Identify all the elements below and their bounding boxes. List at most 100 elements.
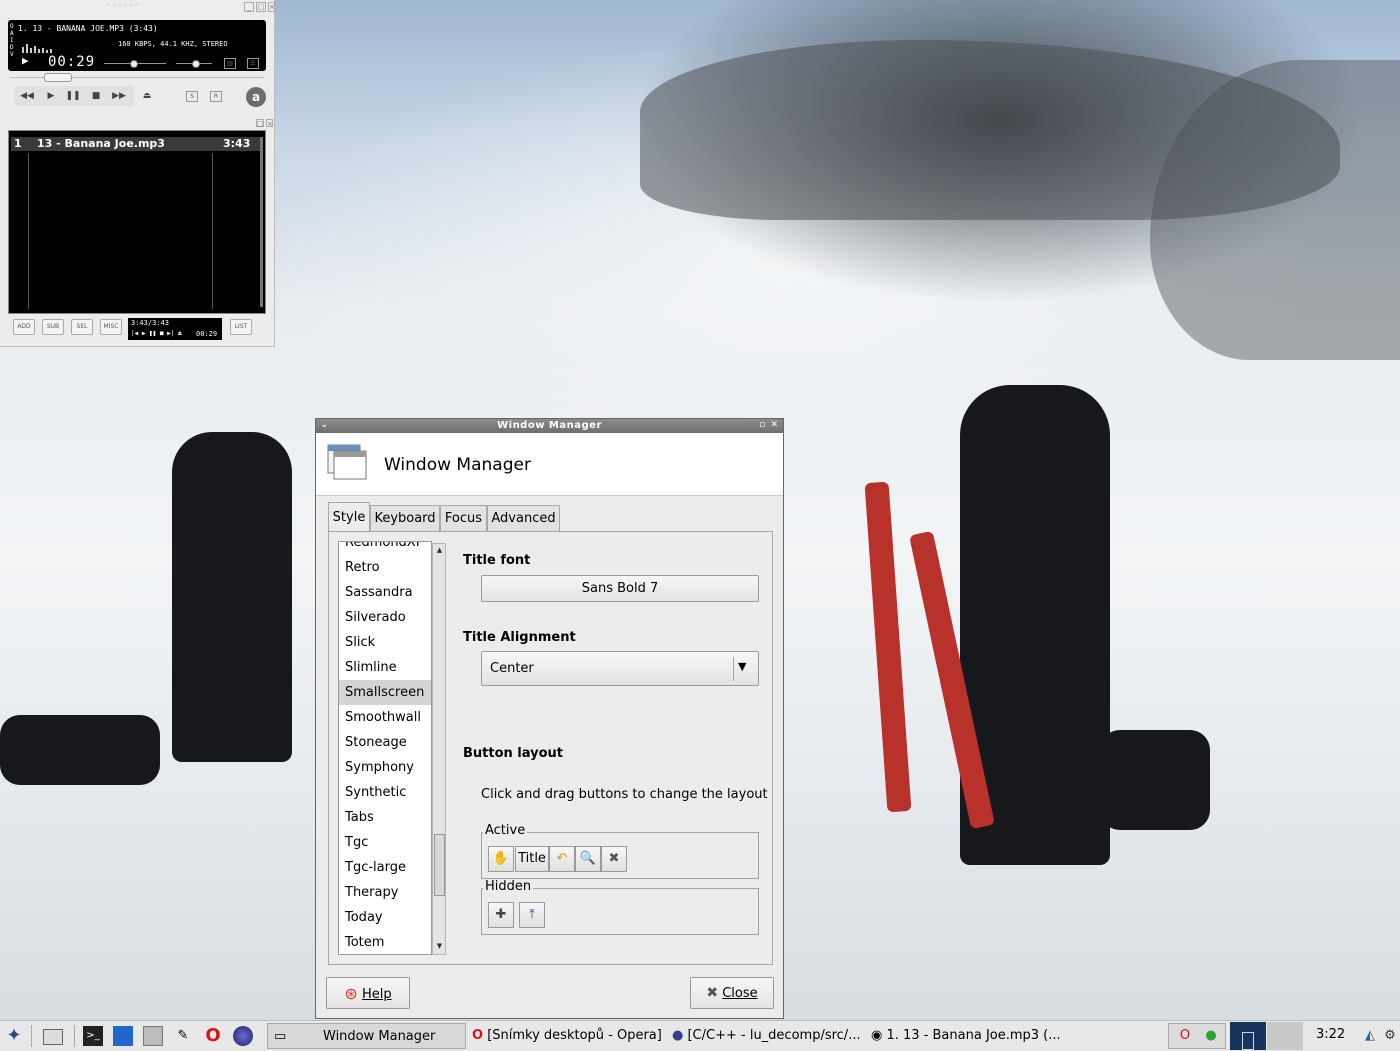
hide-button-icon[interactable]: ⤒ bbox=[519, 902, 545, 928]
playlist-list-button[interactable]: LIST bbox=[230, 319, 252, 335]
eclipse-icon[interactable] bbox=[233, 1026, 253, 1046]
balance-knob[interactable] bbox=[192, 60, 200, 68]
playlist-titlebar[interactable]: □ × bbox=[0, 118, 274, 128]
theme-list-item[interactable]: Slick bbox=[339, 630, 431, 655]
header-title: Window Manager bbox=[384, 455, 531, 475]
taskbar-end-icon[interactable]: ⚙ bbox=[1380, 1026, 1400, 1046]
previous-icon[interactable]: ◀◀ bbox=[18, 88, 36, 104]
text-editor-icon[interactable]: ✎ bbox=[173, 1026, 193, 1046]
task-label: Window Manager bbox=[323, 1029, 436, 1044]
playlist-row[interactable]: 1 13 - Banana Joe.mp3 3:43 bbox=[11, 137, 261, 151]
pager-workspace-1[interactable] bbox=[1230, 1022, 1266, 1050]
theme-list-item[interactable]: Smoothwall bbox=[339, 705, 431, 730]
xfce-menu-icon[interactable]: ✦ bbox=[4, 1026, 24, 1046]
tab-focus[interactable]: Focus bbox=[440, 505, 487, 531]
repeat-button[interactable]: R bbox=[210, 91, 222, 102]
playlist-add-button[interactable]: ADD bbox=[13, 319, 35, 335]
next-icon[interactable]: ▶▶ bbox=[110, 88, 128, 104]
playlist-misc-button[interactable]: MISC bbox=[100, 319, 122, 335]
theme-list-item[interactable]: Smallscreen bbox=[339, 680, 431, 705]
close-icon[interactable]: ✕ bbox=[769, 420, 780, 431]
menu-button-icon[interactable]: ✋ bbox=[488, 846, 514, 872]
opera-tray-icon[interactable]: O bbox=[1175, 1026, 1195, 1046]
play-status-icon: ▶ bbox=[22, 54, 29, 67]
spectrum-bar bbox=[30, 48, 32, 53]
task-audio-player[interactable]: ◉ 1. 13 - Banana Joe.mp3 (... bbox=[871, 1023, 1071, 1049]
network-tray-icon[interactable]: ● bbox=[1201, 1026, 1221, 1046]
player-grip: ◦◦◦◦◦◦ bbox=[106, 1, 141, 10]
scroll-up-icon[interactable]: ▲ bbox=[434, 545, 445, 556]
scrollbar-thumb[interactable] bbox=[434, 834, 445, 896]
mini-transport-icons[interactable]: |◀ ▶ ❚❚ ■ ▶| ⏏ bbox=[131, 330, 182, 337]
title-layout-button[interactable]: Title bbox=[515, 846, 549, 872]
tab-style[interactable]: Style bbox=[328, 502, 370, 532]
playlist-elapsed-time: 00:29 bbox=[196, 330, 218, 338]
task-window-manager[interactable]: ▭ Window Manager bbox=[267, 1023, 466, 1049]
scroll-down-icon[interactable]: ▼ bbox=[434, 941, 445, 952]
stick-button-icon[interactable]: ✚ bbox=[488, 902, 514, 928]
playlist-sub-button[interactable]: SUB bbox=[42, 319, 64, 335]
maximize-icon[interactable]: ▫ bbox=[757, 420, 768, 431]
theme-list-item[interactable]: Slimline bbox=[339, 655, 431, 680]
playlist-divider bbox=[212, 153, 213, 309]
pause-icon[interactable]: ❚❚ bbox=[64, 88, 82, 104]
player-shade-button[interactable]: □ bbox=[256, 2, 266, 12]
theme-list[interactable]: RedmondXP Retro Sassandra Silverado Slick Sli… bbox=[338, 541, 432, 955]
player-minimize-button[interactable]: _ bbox=[244, 2, 254, 12]
elapsed-time: 00:29 bbox=[48, 54, 96, 70]
pager-workspace-2[interactable] bbox=[1267, 1022, 1303, 1050]
theme-list-item[interactable]: Symphony bbox=[339, 755, 431, 780]
theme-list-item[interactable]: Stoneage bbox=[339, 730, 431, 755]
player-titlebar[interactable]: ◦◦◦◦◦◦ _ □ × bbox=[0, 0, 275, 14]
task-opera[interactable]: O [Snímky desktopů - Opera] bbox=[472, 1023, 666, 1049]
playlist-shade-button[interactable]: □ bbox=[256, 119, 264, 128]
tab-advanced[interactable]: Advanced bbox=[487, 505, 560, 531]
theme-list-item[interactable]: Tgc-large bbox=[339, 855, 431, 880]
theme-list-item[interactable]: Tabs bbox=[339, 805, 431, 830]
task-eclipse[interactable]: ● [C/C++ - lu_decomp/src/... bbox=[672, 1023, 865, 1049]
playlist-scrollbar[interactable] bbox=[260, 137, 263, 307]
playlist-toggle-icon[interactable]: ☰ bbox=[247, 58, 259, 69]
equalizer-toggle-icon[interactable]: ▥ bbox=[224, 58, 236, 69]
title-font-button[interactable]: Sans Bold 7 bbox=[481, 575, 759, 602]
eject-icon[interactable]: ⏏ bbox=[138, 88, 156, 104]
theme-list-item[interactable]: Tgc bbox=[339, 830, 431, 855]
playlist-mini-display: 3:43/3:43 |◀ ▶ ❚❚ ■ ▶| ⏏ 00:29 bbox=[128, 318, 222, 340]
playlist-sel-button[interactable]: SEL bbox=[71, 319, 93, 335]
dialog-titlebar[interactable]: ⌄ Window Manager ▫ ✕ bbox=[316, 419, 783, 433]
theme-list-item[interactable]: RedmondXP bbox=[339, 542, 431, 555]
theme-list-scrollbar[interactable]: ▲ ▼ bbox=[432, 543, 446, 955]
close-button[interactable]: ✖ Close bbox=[690, 977, 774, 1009]
player-close-button[interactable]: × bbox=[268, 2, 275, 12]
playlist-total-time: 3:43/3:43 bbox=[131, 319, 169, 327]
playlist-close-button[interactable]: × bbox=[266, 119, 273, 128]
file-manager-icon[interactable] bbox=[143, 1026, 163, 1046]
playlist[interactable]: 1 13 - Banana Joe.mp3 3:43 bbox=[8, 130, 266, 314]
tab-keyboard[interactable]: Keyboard bbox=[370, 505, 440, 531]
shade-button-icon[interactable]: ↶ bbox=[549, 846, 575, 872]
show-desktop-icon[interactable] bbox=[43, 1029, 63, 1045]
play-icon[interactable]: ▶ bbox=[42, 88, 60, 104]
player-logo-icon[interactable]: a bbox=[246, 87, 266, 107]
title-alignment-select[interactable]: Center ▼ bbox=[481, 651, 759, 686]
close-button-icon[interactable]: ✖ bbox=[601, 846, 627, 872]
theme-list-item[interactable]: Totem bbox=[339, 930, 431, 954]
theme-list-item[interactable]: Therapy bbox=[339, 880, 431, 905]
theme-list-item[interactable]: Silverado bbox=[339, 605, 431, 630]
maximize-button-icon[interactable]: 🔍 bbox=[575, 846, 601, 872]
workspace-icon[interactable] bbox=[113, 1026, 133, 1046]
help-button[interactable]: ⊛ Help bbox=[326, 977, 410, 1009]
window-menu-icon[interactable]: ⌄ bbox=[319, 420, 330, 431]
shuffle-button[interactable]: S bbox=[186, 91, 198, 102]
terminal-icon[interactable]: >_ bbox=[83, 1026, 103, 1046]
stop-icon[interactable]: ■ bbox=[87, 88, 105, 104]
seek-handle[interactable] bbox=[44, 73, 72, 82]
logout-icon[interactable]: ◭ bbox=[1360, 1026, 1380, 1046]
theme-list-item[interactable]: Synthetic bbox=[339, 780, 431, 805]
theme-list-item[interactable]: Sassandra bbox=[339, 580, 431, 605]
theme-list-item[interactable]: Today bbox=[339, 905, 431, 930]
theme-list-item[interactable]: Retro bbox=[339, 555, 431, 580]
track-title: 1. 13 - BANANA JOE.MP3 (3:43) bbox=[18, 24, 158, 33]
volume-knob[interactable] bbox=[130, 60, 138, 68]
opera-icon[interactable]: O bbox=[203, 1026, 223, 1046]
